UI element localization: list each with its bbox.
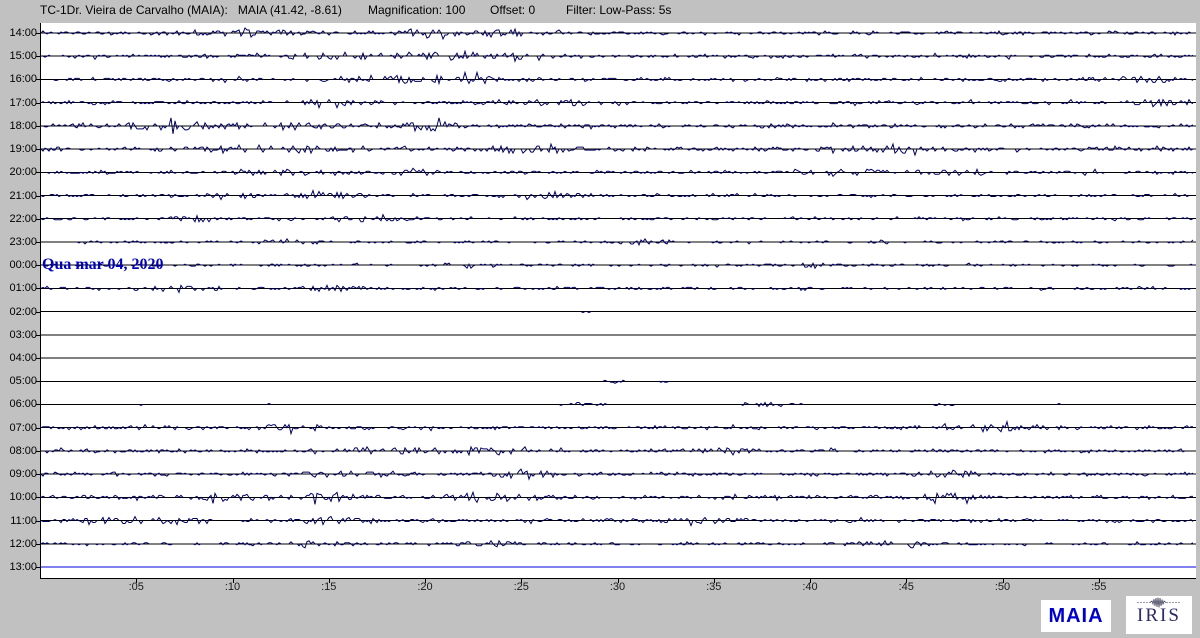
minute-tick [1003,579,1004,583]
time-label-07:00: 07:00 [0,422,37,435]
time-label-21:00: 21:00 [0,190,37,203]
time-label-09:00: 09:00 [0,468,37,481]
time-label-08:00: 08:00 [0,445,37,458]
time-label-22:00: 22:00 [0,213,37,226]
row-tick [36,404,40,405]
minute-tick [233,579,234,583]
maia-logo-label: MAIA [1048,605,1103,628]
maia-station-logo: MAIA [1041,600,1111,632]
row-tick [36,335,40,336]
time-label-13:00: 13:00 [0,561,37,574]
minute-tick [810,579,811,583]
row-tick [36,567,40,568]
time-label-12:00: 12:00 [0,538,37,551]
time-label-20:00: 20:00 [0,166,37,179]
row-tick [36,265,40,266]
time-label-23:00: 23:00 [0,236,37,249]
row-tick [36,497,40,498]
row-tick [36,33,40,34]
row-tick [36,544,40,545]
iris-logo-label: IRIS [1137,606,1181,625]
helicorder-window: TC-1Dr. Vieira de Carvalho (MAIA): MAIA … [0,0,1200,638]
minute-tick [521,579,522,583]
trace-noise-16:00 [53,72,1193,83]
time-label-04:00: 04:00 [0,352,37,365]
status-bar: TC-1Dr. Vieira de Carvalho (MAIA): MAIA … [0,3,1200,21]
row-tick [36,149,40,150]
row-tick [36,196,40,197]
minute-tick [906,579,907,583]
row-tick [36,428,40,429]
row-tick [36,288,40,289]
row-tick [36,358,40,359]
minute-tick [618,579,619,583]
helicorder-plot-area[interactable] [40,23,1196,579]
row-tick [36,242,40,243]
time-label-03:00: 03:00 [0,329,37,342]
filter-value: Filter: Low-Pass: 5s [566,3,671,17]
time-label-17:00: 17:00 [0,97,37,110]
minute-tick [714,579,715,583]
row-tick [36,381,40,382]
time-label-02:00: 02:00 [0,306,37,319]
station-title: TC-1Dr. Vieira de Carvalho (MAIA): MAIA … [40,3,342,17]
trace-noise-07:00 [41,422,1193,434]
time-label-10:00: 10:00 [0,491,37,504]
minute-tick [136,579,137,583]
time-label-01:00: 01:00 [0,282,37,295]
date-annotation: Qua mar 04, 2020 [42,256,163,274]
time-label-05:00: 05:00 [0,375,37,388]
row-tick [36,219,40,220]
row-tick [36,474,40,475]
seismogram-traces [41,23,1196,578]
minute-tick [425,579,426,583]
row-tick [36,521,40,522]
offset-value: Offset: 0 [490,3,535,17]
time-label-16:00: 16:00 [0,73,37,86]
iris-logo: IRIS [1126,596,1192,634]
trace-noise-10:00 [41,492,1193,504]
row-tick [36,312,40,313]
minute-tick [1099,579,1100,583]
row-tick [36,172,40,173]
time-label-15:00: 15:00 [0,50,37,63]
time-label-19:00: 19:00 [0,143,37,156]
minute-tick [329,579,330,583]
time-label-00:00: 00:00 [0,259,37,272]
row-tick [36,56,40,57]
time-label-18:00: 18:00 [0,120,37,133]
time-label-06:00: 06:00 [0,398,37,411]
time-label-14:00: 14:00 [0,27,37,40]
row-tick [36,103,40,104]
row-tick [36,451,40,452]
trace-noise-17:00 [41,100,1193,108]
row-tick [36,126,40,127]
row-tick [36,79,40,80]
time-label-11:00: 11:00 [0,515,37,528]
magnification-value: Magnification: 100 [368,3,465,17]
